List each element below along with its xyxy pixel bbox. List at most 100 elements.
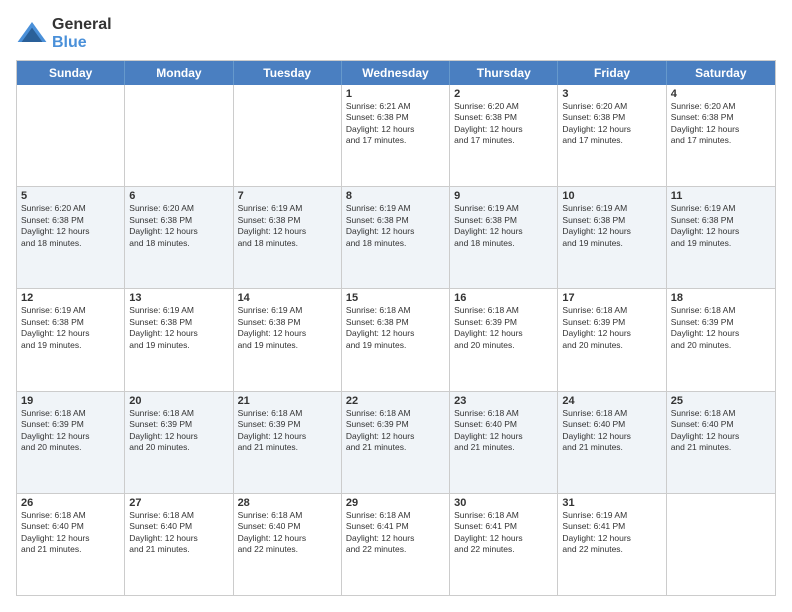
day-info: Sunrise: 6:18 AMSunset: 6:39 PMDaylight:… (21, 408, 120, 454)
day-cell-2: 2Sunrise: 6:20 AMSunset: 6:38 PMDaylight… (450, 85, 558, 186)
day-cell-27: 27Sunrise: 6:18 AMSunset: 6:40 PMDayligh… (125, 494, 233, 595)
day-cell-24: 24Sunrise: 6:18 AMSunset: 6:40 PMDayligh… (558, 392, 666, 493)
day-info: Sunrise: 6:20 AMSunset: 6:38 PMDaylight:… (129, 203, 228, 249)
day-number: 1 (346, 88, 445, 100)
day-info: Sunrise: 6:18 AMSunset: 6:39 PMDaylight:… (454, 305, 553, 351)
day-cell-25: 25Sunrise: 6:18 AMSunset: 6:40 PMDayligh… (667, 392, 775, 493)
day-number: 4 (671, 88, 771, 100)
day-info: Sunrise: 6:18 AMSunset: 6:38 PMDaylight:… (346, 305, 445, 351)
day-cell-23: 23Sunrise: 6:18 AMSunset: 6:40 PMDayligh… (450, 392, 558, 493)
day-cell-21: 21Sunrise: 6:18 AMSunset: 6:39 PMDayligh… (234, 392, 342, 493)
calendar-body: 1Sunrise: 6:21 AMSunset: 6:38 PMDaylight… (17, 85, 775, 595)
day-info: Sunrise: 6:20 AMSunset: 6:38 PMDaylight:… (562, 101, 661, 147)
day-info: Sunrise: 6:18 AMSunset: 6:40 PMDaylight:… (129, 510, 228, 556)
day-number: 7 (238, 190, 337, 202)
day-info: Sunrise: 6:19 AMSunset: 6:38 PMDaylight:… (346, 203, 445, 249)
day-number: 27 (129, 497, 228, 509)
calendar-row-0: 1Sunrise: 6:21 AMSunset: 6:38 PMDaylight… (17, 85, 775, 186)
header-day-wednesday: Wednesday (342, 61, 450, 85)
empty-cell (17, 85, 125, 186)
calendar-row-4: 26Sunrise: 6:18 AMSunset: 6:40 PMDayligh… (17, 493, 775, 595)
day-number: 11 (671, 190, 771, 202)
day-number: 29 (346, 497, 445, 509)
empty-cell (125, 85, 233, 186)
day-info: Sunrise: 6:20 AMSunset: 6:38 PMDaylight:… (21, 203, 120, 249)
logo-text: General Blue (52, 16, 112, 52)
day-cell-22: 22Sunrise: 6:18 AMSunset: 6:39 PMDayligh… (342, 392, 450, 493)
day-cell-17: 17Sunrise: 6:18 AMSunset: 6:39 PMDayligh… (558, 289, 666, 390)
day-info: Sunrise: 6:18 AMSunset: 6:40 PMDaylight:… (454, 408, 553, 454)
day-cell-9: 9Sunrise: 6:19 AMSunset: 6:38 PMDaylight… (450, 187, 558, 288)
day-number: 18 (671, 292, 771, 304)
day-cell-28: 28Sunrise: 6:18 AMSunset: 6:40 PMDayligh… (234, 494, 342, 595)
day-cell-30: 30Sunrise: 6:18 AMSunset: 6:41 PMDayligh… (450, 494, 558, 595)
day-number: 10 (562, 190, 661, 202)
day-cell-5: 5Sunrise: 6:20 AMSunset: 6:38 PMDaylight… (17, 187, 125, 288)
day-cell-6: 6Sunrise: 6:20 AMSunset: 6:38 PMDaylight… (125, 187, 233, 288)
day-number: 24 (562, 395, 661, 407)
day-info: Sunrise: 6:20 AMSunset: 6:38 PMDaylight:… (454, 101, 553, 147)
day-info: Sunrise: 6:18 AMSunset: 6:40 PMDaylight:… (671, 408, 771, 454)
empty-cell (667, 494, 775, 595)
day-info: Sunrise: 6:18 AMSunset: 6:39 PMDaylight:… (129, 408, 228, 454)
calendar-row-2: 12Sunrise: 6:19 AMSunset: 6:38 PMDayligh… (17, 288, 775, 390)
day-info: Sunrise: 6:18 AMSunset: 6:41 PMDaylight:… (346, 510, 445, 556)
day-number: 15 (346, 292, 445, 304)
day-info: Sunrise: 6:18 AMSunset: 6:40 PMDaylight:… (21, 510, 120, 556)
day-number: 20 (129, 395, 228, 407)
calendar-header: SundayMondayTuesdayWednesdayThursdayFrid… (17, 61, 775, 85)
day-cell-8: 8Sunrise: 6:19 AMSunset: 6:38 PMDaylight… (342, 187, 450, 288)
day-number: 28 (238, 497, 337, 509)
day-number: 14 (238, 292, 337, 304)
day-info: Sunrise: 6:18 AMSunset: 6:41 PMDaylight:… (454, 510, 553, 556)
header: General Blue (16, 16, 776, 52)
header-day-tuesday: Tuesday (234, 61, 342, 85)
day-number: 5 (21, 190, 120, 202)
day-info: Sunrise: 6:19 AMSunset: 6:38 PMDaylight:… (562, 203, 661, 249)
day-info: Sunrise: 6:19 AMSunset: 6:38 PMDaylight:… (21, 305, 120, 351)
day-cell-7: 7Sunrise: 6:19 AMSunset: 6:38 PMDaylight… (234, 187, 342, 288)
day-info: Sunrise: 6:19 AMSunset: 6:38 PMDaylight:… (129, 305, 228, 351)
day-number: 6 (129, 190, 228, 202)
page: General Blue SundayMondayTuesdayWednesda… (0, 0, 792, 612)
day-info: Sunrise: 6:18 AMSunset: 6:39 PMDaylight:… (671, 305, 771, 351)
day-cell-19: 19Sunrise: 6:18 AMSunset: 6:39 PMDayligh… (17, 392, 125, 493)
day-info: Sunrise: 6:19 AMSunset: 6:38 PMDaylight:… (238, 305, 337, 351)
day-cell-26: 26Sunrise: 6:18 AMSunset: 6:40 PMDayligh… (17, 494, 125, 595)
logo: General Blue (16, 16, 112, 52)
day-cell-11: 11Sunrise: 6:19 AMSunset: 6:38 PMDayligh… (667, 187, 775, 288)
logo-icon (16, 18, 48, 50)
day-cell-4: 4Sunrise: 6:20 AMSunset: 6:38 PMDaylight… (667, 85, 775, 186)
day-number: 30 (454, 497, 553, 509)
empty-cell (234, 85, 342, 186)
day-info: Sunrise: 6:21 AMSunset: 6:38 PMDaylight:… (346, 101, 445, 147)
calendar-row-3: 19Sunrise: 6:18 AMSunset: 6:39 PMDayligh… (17, 391, 775, 493)
day-number: 23 (454, 395, 553, 407)
day-cell-15: 15Sunrise: 6:18 AMSunset: 6:38 PMDayligh… (342, 289, 450, 390)
day-info: Sunrise: 6:19 AMSunset: 6:38 PMDaylight:… (671, 203, 771, 249)
calendar-row-1: 5Sunrise: 6:20 AMSunset: 6:38 PMDaylight… (17, 186, 775, 288)
day-cell-13: 13Sunrise: 6:19 AMSunset: 6:38 PMDayligh… (125, 289, 233, 390)
day-info: Sunrise: 6:19 AMSunset: 6:41 PMDaylight:… (562, 510, 661, 556)
day-number: 21 (238, 395, 337, 407)
header-day-friday: Friday (558, 61, 666, 85)
header-day-thursday: Thursday (450, 61, 558, 85)
day-number: 9 (454, 190, 553, 202)
day-cell-31: 31Sunrise: 6:19 AMSunset: 6:41 PMDayligh… (558, 494, 666, 595)
day-cell-14: 14Sunrise: 6:19 AMSunset: 6:38 PMDayligh… (234, 289, 342, 390)
day-info: Sunrise: 6:20 AMSunset: 6:38 PMDaylight:… (671, 101, 771, 147)
day-info: Sunrise: 6:18 AMSunset: 6:39 PMDaylight:… (346, 408, 445, 454)
day-cell-3: 3Sunrise: 6:20 AMSunset: 6:38 PMDaylight… (558, 85, 666, 186)
day-info: Sunrise: 6:19 AMSunset: 6:38 PMDaylight:… (454, 203, 553, 249)
day-info: Sunrise: 6:18 AMSunset: 6:39 PMDaylight:… (562, 305, 661, 351)
day-number: 31 (562, 497, 661, 509)
day-number: 3 (562, 88, 661, 100)
day-number: 8 (346, 190, 445, 202)
day-cell-18: 18Sunrise: 6:18 AMSunset: 6:39 PMDayligh… (667, 289, 775, 390)
day-info: Sunrise: 6:18 AMSunset: 6:40 PMDaylight:… (562, 408, 661, 454)
day-cell-10: 10Sunrise: 6:19 AMSunset: 6:38 PMDayligh… (558, 187, 666, 288)
day-number: 16 (454, 292, 553, 304)
day-cell-29: 29Sunrise: 6:18 AMSunset: 6:41 PMDayligh… (342, 494, 450, 595)
day-number: 25 (671, 395, 771, 407)
day-number: 19 (21, 395, 120, 407)
